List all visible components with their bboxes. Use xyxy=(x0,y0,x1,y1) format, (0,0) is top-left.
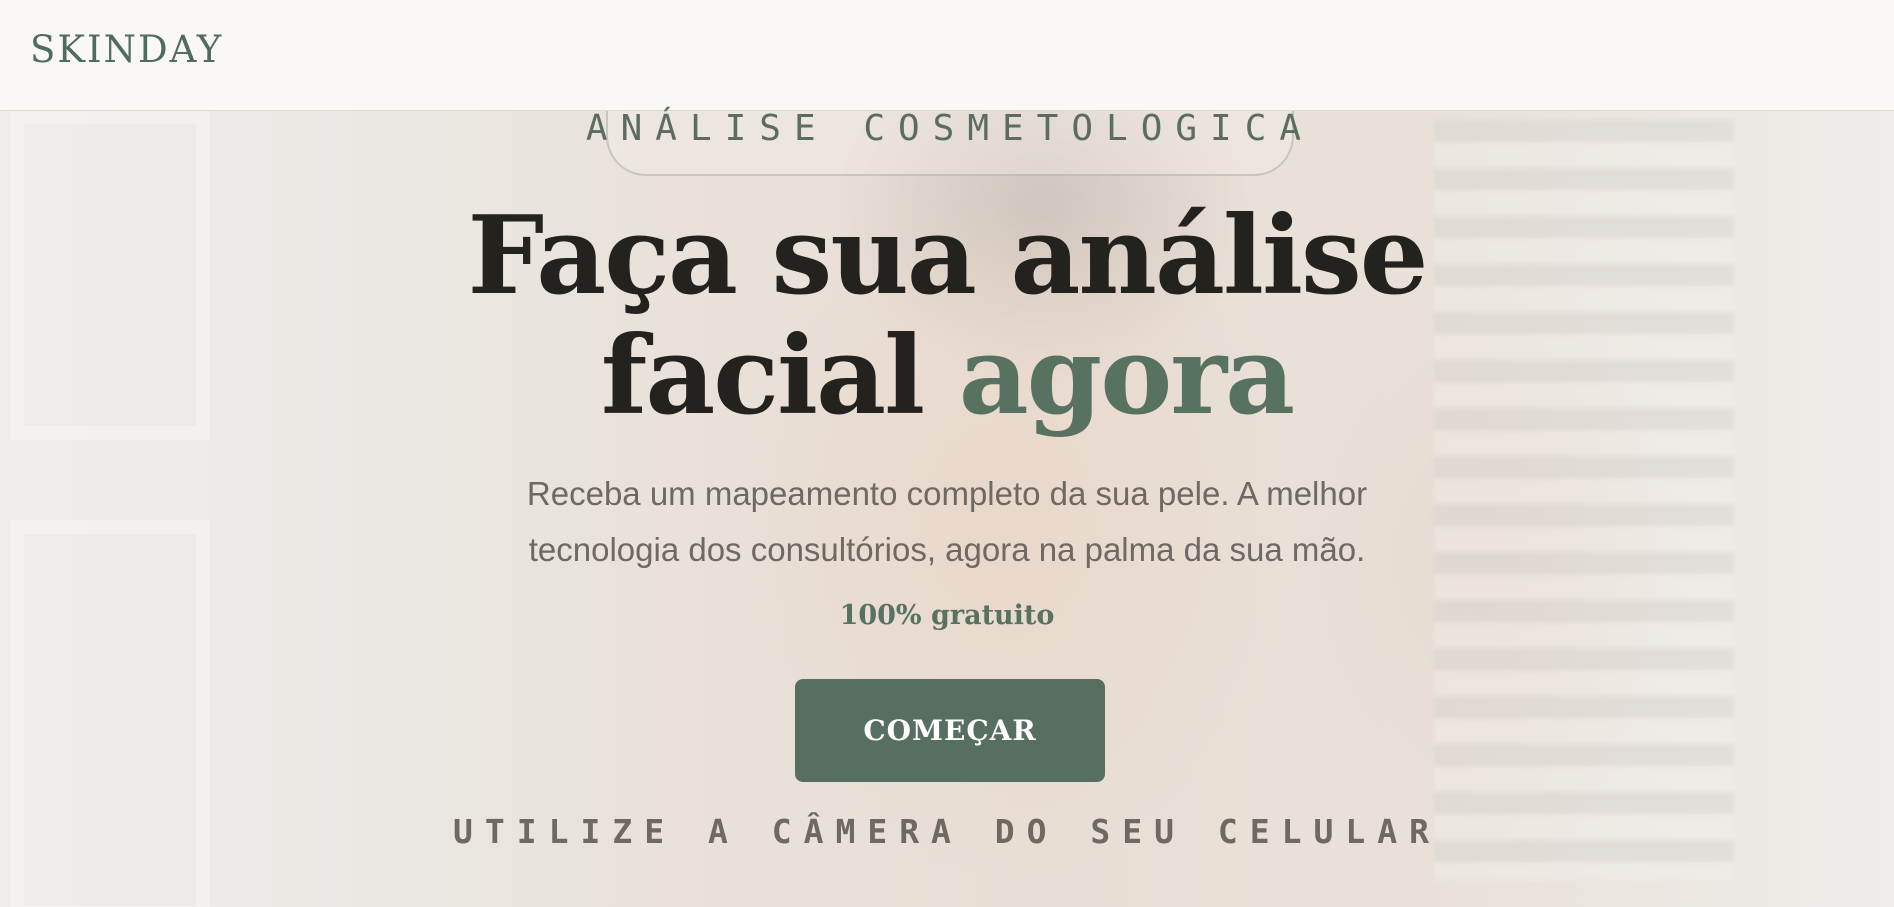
hero-subtitle: Receba um mapeamento completo da sua pel… xyxy=(447,466,1447,578)
price-note: 100% gratuito xyxy=(839,600,1055,631)
start-button[interactable]: COMEÇAR xyxy=(795,679,1105,782)
landing-page: SKINDAY ANÁLISE COSMETOLOGICA Faça sua a… xyxy=(0,0,1894,907)
eyebrow-badge: ANÁLISE COSMETOLOGICA xyxy=(586,108,1301,176)
subtitle-line-1: Receba um mapeamento completo da sua pel… xyxy=(526,475,1368,512)
headline-line-2: facial xyxy=(600,313,925,439)
headline-accent-word: agora xyxy=(958,313,1295,439)
site-header: SKINDAY xyxy=(0,0,1894,111)
brand-logo[interactable]: SKINDAY xyxy=(30,28,223,71)
hero-headline: Faça sua análise facial agora xyxy=(347,196,1547,436)
headline-line-1: Faça sua análise xyxy=(467,193,1428,319)
eyebrow-text: ANÁLISE COSMETOLOGICA xyxy=(585,108,1315,149)
camera-hint: UTILIZE A CÂMERA DO SEU CELULAR xyxy=(453,812,1441,851)
subtitle-line-2: tecnologia dos consultórios, agora na pa… xyxy=(528,531,1366,568)
